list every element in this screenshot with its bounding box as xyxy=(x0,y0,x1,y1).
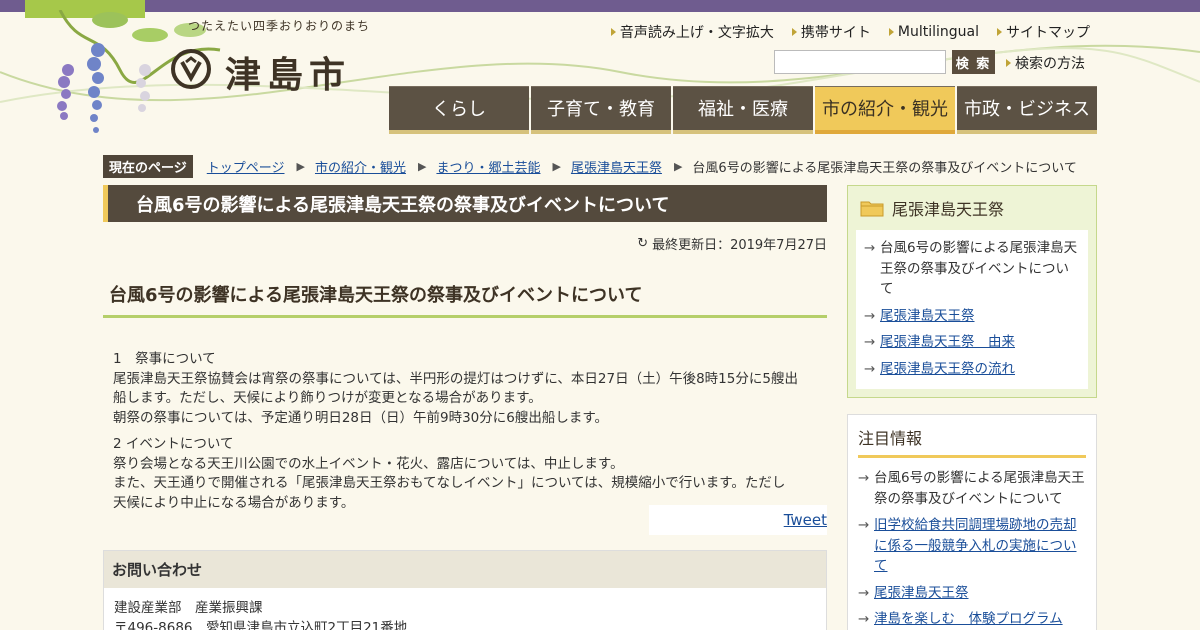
featured-info-heading: 注目情報 xyxy=(858,425,1086,458)
util-link-speech[interactable]: 音声読み上げ・文字拡大 xyxy=(610,22,774,42)
refresh-icon: ↻ xyxy=(637,236,649,251)
breadcrumb-link[interactable]: 尾張津島天王祭 xyxy=(571,157,662,176)
chevron-right-icon: ▶ xyxy=(417,160,427,173)
triangle-icon xyxy=(997,28,1002,36)
nav-tab-city-tourism[interactable]: 市の紹介・観光 xyxy=(815,86,955,134)
contact-address: 〒496-8686 愛知県津島市立込町2丁目21番地 xyxy=(114,620,408,630)
list-item[interactable]: → 旧学校給食共同調理場跡地の売却に係る一般競争入札の実施について xyxy=(858,515,1086,577)
contact-box: お問い合わせ 建設産業部 産業振興課 〒496-8686 愛知県津島市立込町2丁… xyxy=(103,550,827,630)
breadcrumb-link[interactable]: トップページ xyxy=(207,157,285,176)
chevron-right-icon: ▶ xyxy=(296,160,305,173)
utility-links: 音声読み上げ・文字拡大 携帯サイト Multilingual サイトマップ xyxy=(593,22,1090,42)
page-title: 台風6号の影響による尾張津島天王祭の祭事及びイベントについて xyxy=(103,185,827,222)
section-menu-list: → 台風6号の影響による尾張津島天王祭の祭事及びイベントについて → 尾張津島天… xyxy=(856,230,1088,389)
arrow-right-icon: → xyxy=(864,360,876,377)
search-help-link[interactable]: 検索の方法 xyxy=(1006,53,1085,73)
triangle-icon xyxy=(610,28,616,36)
tweet-button[interactable]: Tweet xyxy=(784,511,827,529)
breadcrumb-link[interactable]: 市の紹介・観光 xyxy=(315,157,406,176)
list-item[interactable]: → 尾張津島天王祭の流れ xyxy=(864,359,1080,380)
list-item: → 台風6号の影響による尾張津島天王祭の祭事及びイベントについて xyxy=(858,468,1086,509)
list-item[interactable]: → 津島を楽しむ 体験プログラム xyxy=(858,609,1086,630)
arrow-right-icon: → xyxy=(858,611,870,627)
article-body: 1 祭事について 尾張津島天王祭協賛会は宵祭の祭事については、半円形の提灯はつけ… xyxy=(103,350,827,513)
breadcrumb-label: 現在のページ xyxy=(103,155,193,178)
util-link-sitemap[interactable]: サイトマップ xyxy=(997,22,1090,42)
search-input[interactable] xyxy=(774,50,946,74)
featured-info: 注目情報 → 台風6号の影響による尾張津島天王祭の祭事及びイベントについて → … xyxy=(847,414,1097,630)
arrow-right-icon: → xyxy=(858,470,870,486)
triangle-icon xyxy=(1006,59,1011,67)
nav-tab-government[interactable]: 市政・ビジネス xyxy=(957,86,1097,134)
city-emblem-icon[interactable] xyxy=(170,48,212,90)
list-item[interactable]: → 尾張津島天王祭 xyxy=(864,306,1080,327)
site-logo[interactable]: 津島市 xyxy=(225,46,351,98)
util-link-multilingual[interactable]: Multilingual xyxy=(888,22,979,42)
article-heading: 台風6号の影響による尾張津島天王祭の祭事及びイベントについて xyxy=(103,275,827,318)
arrow-right-icon: → xyxy=(864,240,876,256)
triangle-icon xyxy=(791,28,797,36)
chevron-right-icon: ▶ xyxy=(673,160,683,173)
last-updated: ↻ 最終更新日：2019年7月27日 xyxy=(637,236,827,253)
nav-tab-welfare[interactable]: 福祉・医療 xyxy=(673,86,813,134)
list-item: → 台風6号の影響による尾張津島天王祭の祭事及びイベントについて xyxy=(864,238,1080,300)
list-item[interactable]: → 尾張津島天王祭 由来 xyxy=(864,332,1080,353)
site-tagline: つたえたい四季おりおりのまち xyxy=(188,19,371,33)
breadcrumb-current: 台風6号の影響による尾張津島天王祭の祭事及びイベントについて xyxy=(692,161,1077,176)
paragraph-ceremony: 1 祭事について 尾張津島天王祭協賛会は宵祭の祭事については、半円形の提灯はつけ… xyxy=(113,351,798,426)
main-content: 台風6号の影響による尾張津島天王祭の祭事及びイベントについて ↻ 最終更新日：2… xyxy=(103,185,827,630)
contact-body: 建設産業部 産業振興課 〒496-8686 愛知県津島市立込町2丁目21番地 xyxy=(104,588,826,630)
section-menu-heading: 尾張津島天王祭 xyxy=(856,196,1088,220)
sidebar: 尾張津島天王祭 → 台風6号の影響による尾張津島天王祭の祭事及びイベントについて… xyxy=(847,185,1097,630)
arrow-right-icon: → xyxy=(864,334,876,350)
contact-department: 建設産業部 産業振興課 xyxy=(114,600,263,616)
arrow-right-icon: → xyxy=(858,517,870,533)
util-link-mobile[interactable]: 携帯サイト xyxy=(791,22,871,42)
breadcrumb: 現在のページ トップページ ▶ 市の紹介・観光 ▶ まつり・郷土芸能 ▶ 尾張津… xyxy=(103,155,1077,178)
list-item[interactable]: → 尾張津島天王祭 xyxy=(858,583,1086,604)
triangle-icon xyxy=(888,28,894,36)
nav-tab-living[interactable]: くらし xyxy=(389,86,529,134)
arrow-right-icon: → xyxy=(858,584,870,601)
contact-heading: お問い合わせ xyxy=(104,551,826,588)
arrow-right-icon: → xyxy=(864,307,876,324)
chevron-right-icon: ▶ xyxy=(552,160,561,173)
nav-tab-childcare[interactable]: 子育て・教育 xyxy=(531,86,671,134)
tweet-widget: Tweet xyxy=(649,505,827,535)
section-menu: 尾張津島天王祭 → 台風6号の影響による尾張津島天王祭の祭事及びイベントについて… xyxy=(847,185,1097,398)
search-button[interactable]: 検 索 xyxy=(952,50,995,74)
breadcrumb-link[interactable]: まつり・郷土芸能 xyxy=(436,157,540,176)
paragraph-events: 2 イベントについて 祭り会場となる天王川公園での水上イベント・花火、露店につい… xyxy=(113,436,786,511)
folder-icon xyxy=(860,201,884,217)
global-nav: くらし 子育て・教育 福祉・医療 市の紹介・観光 市政・ビジネス xyxy=(389,86,1097,134)
